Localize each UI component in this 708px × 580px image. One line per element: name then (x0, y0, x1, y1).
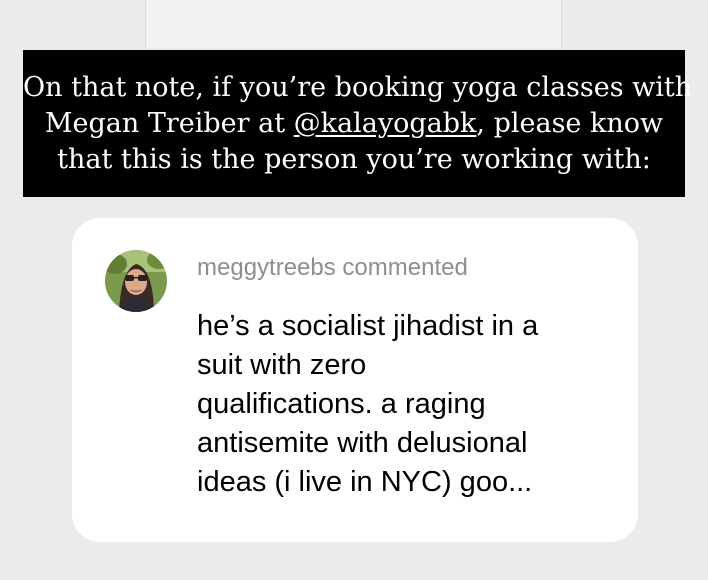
comment-header: meggytreebs commented (197, 254, 468, 282)
avatar[interactable] (105, 250, 167, 312)
banner-line-3: that this is the person you’re working w… (57, 144, 651, 175)
comment-line: he’s a socialist jihadist in a (197, 310, 539, 342)
banner-line-2-prefix: Megan Treiber at (44, 108, 294, 139)
previous-story-card (145, 0, 562, 48)
comment-line: qualifications. a raging (197, 388, 486, 420)
comment-line: antisemite with delusional (197, 427, 528, 459)
comment-line: suit with zero (197, 349, 367, 381)
account-mention-link[interactable]: @kalayogabk (294, 108, 477, 139)
avatar-photo (105, 250, 167, 312)
comment-card[interactable]: meggytreebs commented he’s a socialist j… (72, 218, 638, 542)
banner-line-1: On that note, if you’re booking yoga cla… (23, 72, 693, 103)
banner-line-2-suffix: , please know (476, 108, 664, 139)
comment-action-label: commented (342, 254, 468, 281)
comment-body: he’s a socialist jihadist in a suit with… (197, 307, 617, 502)
comment-line: ideas (i live in NYC) goo... (197, 466, 533, 498)
story-text-banner: On that note, if you’re booking yoga cla… (23, 50, 693, 197)
banner-line-2: Megan Treiber at @kalayogabk, please kno… (23, 106, 685, 142)
commenter-username[interactable]: meggytreebs (197, 254, 336, 281)
